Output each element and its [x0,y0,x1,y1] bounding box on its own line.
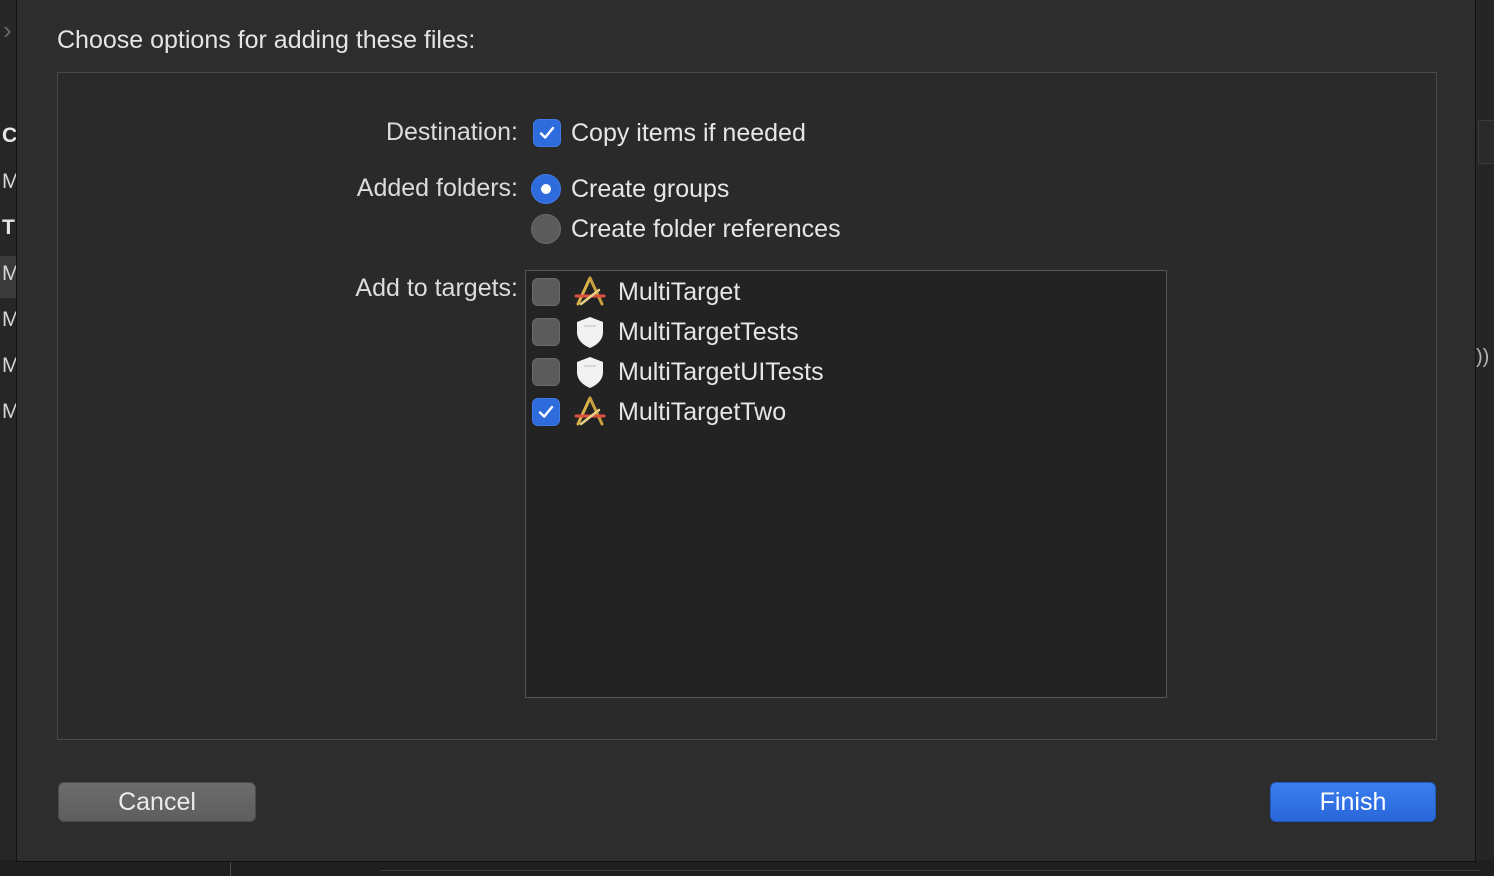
create-groups-label: Create groups [571,174,730,203]
inspector-field [1478,120,1494,164]
targets-list[interactable]: MultiTarget MultiTargetTests MultiTarget… [525,270,1167,698]
add-to-targets-label: Add to targets: [355,274,518,302]
cancel-button[interactable]: Cancel [58,782,256,822]
finish-button[interactable]: Finish [1270,782,1436,822]
app-target-icon [574,396,606,426]
background-inspector: )) [1476,0,1494,876]
test-target-icon [577,317,603,348]
create-groups-radio[interactable]: Create groups [531,173,729,205]
target-name: MultiTarget [618,277,741,306]
checkbox-unchecked-icon[interactable] [532,358,560,386]
target-name: MultiTargetUITests [618,357,824,386]
background-editor-bottom [0,860,1494,876]
target-row-multitarget[interactable]: MultiTarget [532,273,740,311]
create-folder-references-radio[interactable]: Create folder references [531,213,841,245]
target-name: MultiTargetTests [618,317,799,346]
chevron-right-icon: › [3,15,12,45]
divider [380,870,1480,871]
target-row-multitargetuitests[interactable]: MultiTargetUITests [532,353,824,391]
create-folder-references-label: Create folder references [571,214,841,243]
app-target-icon [574,276,606,306]
destination-label: Destination: [385,118,518,146]
target-row-multitargettwo[interactable]: MultiTargetTwo [532,393,786,431]
sheet-title: Choose options for adding these files: [57,26,476,54]
radio-unselected-icon[interactable] [531,214,561,244]
checkbox-unchecked-icon[interactable] [532,278,560,306]
copy-items-label: Copy items if needed [571,118,806,147]
checkbox-checked-icon[interactable] [532,398,560,426]
radio-selected-icon[interactable] [531,174,561,204]
checkbox-checked-icon[interactable] [533,119,561,147]
options-group-box: Destination: Added folders: Add to targe… [57,72,1437,740]
labels-column: Destination: Added folders: Add to targe… [58,73,518,739]
copy-items-checkbox[interactable]: Copy items if needed [533,117,806,149]
target-name: MultiTargetTwo [618,397,787,426]
divider [230,860,231,876]
inspector-text: )) [1476,346,1490,368]
add-files-sheet: Choose options for adding these files: D… [16,0,1476,862]
target-row-multitargettests[interactable]: MultiTargetTests [532,313,799,351]
test-target-icon [577,357,603,388]
added-folders-label: Added folders: [356,174,518,202]
checkbox-unchecked-icon[interactable] [532,318,560,346]
